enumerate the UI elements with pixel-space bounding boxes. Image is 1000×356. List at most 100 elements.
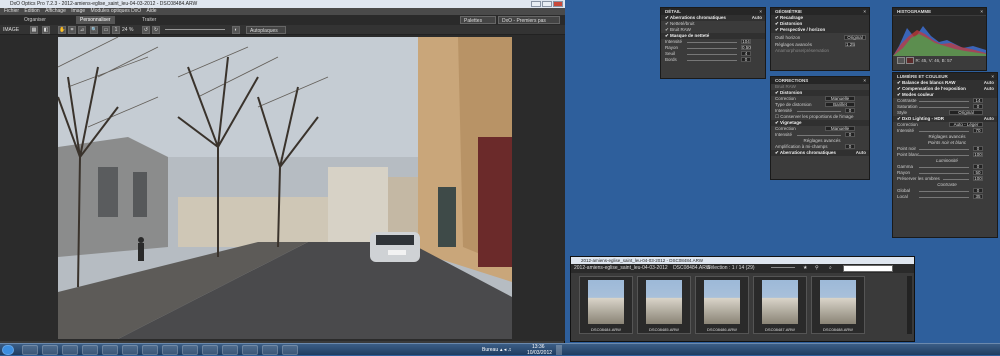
contrast-slider[interactable]	[919, 101, 969, 102]
explorer-icon[interactable]	[22, 345, 38, 355]
chromatic-aberration-section[interactable]: ✔ Aberrations chromatiques Auto	[771, 150, 869, 156]
menu-edition[interactable]: Edition	[24, 8, 39, 14]
midfield-amp-value[interactable]: 0	[845, 144, 855, 149]
app-icon[interactable]	[82, 345, 98, 355]
maximize-button[interactable]	[542, 1, 552, 7]
preset-dropdown[interactable]: DxO - Premiers pas	[498, 16, 560, 24]
white-point-value[interactable]: 100	[973, 152, 983, 157]
fit-icon[interactable]: ▭	[102, 26, 110, 34]
one-to-one-icon[interactable]: 1	[112, 26, 120, 34]
threshold-slider[interactable]	[687, 54, 737, 55]
close-icon[interactable]: ×	[980, 8, 983, 15]
photo-preview[interactable]	[58, 37, 512, 339]
app-icon[interactable]	[202, 345, 218, 355]
minimize-button[interactable]	[531, 1, 541, 7]
eyedropper-icon[interactable]	[897, 57, 905, 65]
thumbnail[interactable]: DSC08486.ARW	[695, 276, 749, 334]
saturation-value[interactable]: 0	[973, 104, 983, 109]
zoom-slider[interactable]	[165, 29, 225, 30]
gamma-slider[interactable]	[919, 167, 969, 168]
black-point-value[interactable]: 0	[973, 146, 983, 151]
rotate-right-icon[interactable]: ↻	[152, 26, 160, 34]
app-icon[interactable]	[242, 345, 258, 355]
saturation-slider[interactable]	[919, 107, 969, 108]
start-button[interactable]	[2, 345, 14, 355]
edges-row[interactable]: Bords 0	[661, 57, 765, 63]
vignetting-intensity-value[interactable]: 0	[845, 132, 855, 137]
app-icon[interactable]	[62, 345, 78, 355]
horizon-tool-row[interactable]: Outil horizon Original	[771, 33, 869, 42]
tab-traiter[interactable]: Traiter	[138, 16, 160, 24]
distortion-type-select[interactable]: Barillet	[825, 102, 855, 107]
thumbnail[interactable]: DSC08487.ARW	[753, 276, 807, 334]
preserve-shadows-value[interactable]: 100	[973, 176, 983, 181]
distortion-intensity-slider[interactable]	[797, 111, 841, 112]
lighting-intensity-value[interactable]: 70	[973, 128, 983, 133]
lighting-intensity-slider[interactable]	[919, 131, 969, 132]
grid-tool-icon[interactable]: ▦	[30, 26, 38, 34]
anamorphosis-row[interactable]: Anamorphose/préservation	[771, 48, 869, 54]
tab-organiser[interactable]: Organiser	[20, 16, 50, 24]
menu-affichage[interactable]: Affichage	[45, 8, 66, 14]
distortion-correction-select[interactable]: Manuelle	[825, 96, 855, 101]
firefox-icon[interactable]	[142, 345, 158, 355]
close-icon[interactable]: ×	[991, 73, 994, 80]
black-point-slider[interactable]	[919, 149, 969, 150]
app-icon[interactable]	[162, 345, 178, 355]
compare-icon[interactable]: ◧	[42, 26, 50, 34]
star-icon[interactable]: ★	[803, 264, 807, 273]
app-icon[interactable]	[122, 345, 138, 355]
thumbnail[interactable]: DSC08484.ARW	[579, 276, 633, 334]
folder-breadcrumb[interactable]: 2012-amiens-eglise_saint_leu-04-03-2012	[574, 265, 668, 271]
thumb-size-slider[interactable]	[771, 267, 795, 268]
vignetting-intensity-slider[interactable]	[797, 135, 841, 136]
white-point-slider[interactable]	[919, 155, 969, 156]
menu-modules[interactable]: Modules optiques DxO	[91, 8, 142, 14]
edges-value[interactable]: 0	[741, 57, 751, 62]
menu-image[interactable]: Image	[71, 8, 85, 14]
distortion-intensity-value[interactable]: 0	[845, 108, 855, 113]
global-slider[interactable]	[919, 191, 969, 192]
close-icon[interactable]: ×	[759, 8, 762, 15]
row-value[interactable]: Auto	[856, 150, 866, 156]
horizon-value[interactable]: 1.25	[845, 42, 855, 47]
vignetting-correction-select[interactable]: Manuelle	[825, 126, 855, 131]
file-breadcrumb[interactable]: DSC08484.ARW	[673, 265, 710, 271]
close-icon[interactable]: ×	[863, 8, 866, 15]
preserve-shadows-slider[interactable]	[943, 179, 969, 180]
thumbnail[interactable]: DSC08488.ARW	[811, 276, 865, 334]
local-row[interactable]: Local 35	[893, 194, 997, 200]
local-slider[interactable]	[919, 197, 969, 198]
preview-icon[interactable]: ◐	[232, 26, 240, 34]
zoom-in-icon[interactable]: 🔍	[90, 26, 98, 34]
edges-slider[interactable]	[687, 60, 737, 61]
threshold-value[interactable]: 4	[741, 51, 751, 56]
gamma-value[interactable]: 0	[973, 164, 983, 169]
media-icon[interactable]	[42, 345, 58, 355]
search-icon[interactable]: ⌕	[829, 264, 832, 273]
close-button[interactable]	[553, 1, 563, 7]
hand-tool-icon[interactable]: ✋	[58, 26, 66, 34]
contrast-value[interactable]: 14	[973, 98, 983, 103]
clock-date[interactable]: 10/03/2012	[527, 350, 552, 356]
filmstrip-scrollbar[interactable]	[907, 276, 912, 334]
menu-fichier[interactable]: Fichier	[4, 8, 19, 14]
style-select[interactable]: Original	[949, 110, 983, 115]
tray-icons[interactable]: ▴ ◂ ♫	[500, 347, 512, 353]
detail-panel-header[interactable]: DÉTAIL ×	[661, 8, 765, 15]
close-icon[interactable]: ×	[863, 77, 866, 84]
app-icon[interactable]	[182, 345, 198, 355]
radius-value[interactable]: 0.50	[741, 45, 751, 50]
light-color-panel-header[interactable]: LUMIÈRE ET COULEUR ×	[893, 73, 997, 80]
local-value[interactable]: 35	[973, 194, 983, 199]
crop-tool-icon[interactable]: ⌗	[68, 26, 76, 34]
intensity-slider[interactable]	[687, 42, 737, 43]
menu-aide[interactable]: Aide	[147, 8, 157, 14]
tab-personnaliser[interactable]: Personnaliser	[76, 16, 115, 24]
lighting-correction-select[interactable]: Auto - Léger	[949, 122, 983, 127]
radius-slider[interactable]	[687, 48, 737, 49]
rotate-left-icon[interactable]: ↺	[142, 26, 150, 34]
radius-value[interactable]: 50	[973, 170, 983, 175]
thumbnail[interactable]: DSC08485.ARW	[637, 276, 691, 334]
histogram-panel-header[interactable]: HISTOGRAMME ×	[893, 8, 986, 15]
